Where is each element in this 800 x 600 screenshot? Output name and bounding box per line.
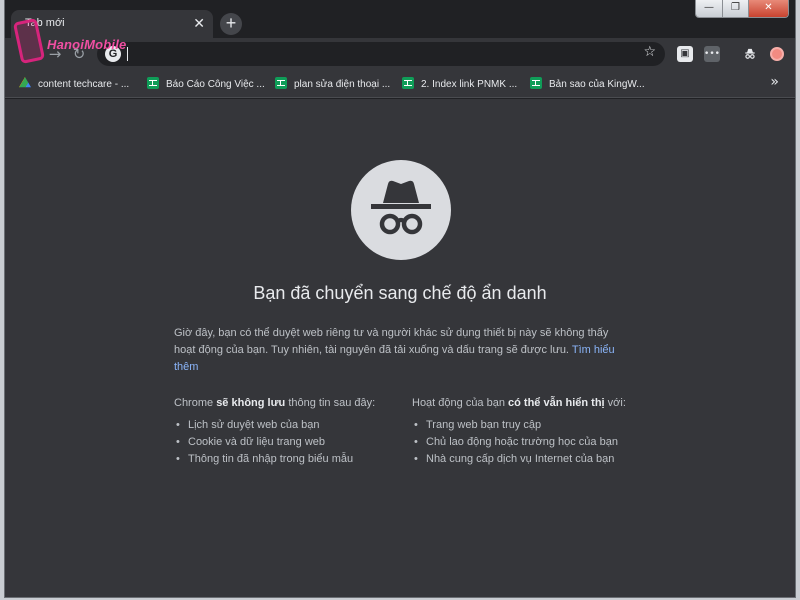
minimize-button[interactable]: — <box>696 0 722 17</box>
bookmark-star-icon[interactable]: ☆ <box>643 44 656 60</box>
new-tab-button[interactable]: + <box>220 13 242 35</box>
browser-window: Tab mới ✕ + — ❐ ✕ → ↻ G ☆ ▣ ••• content … <box>4 0 796 598</box>
sheets-icon <box>147 77 159 89</box>
incognito-headline: Bạn đã chuyển sang chế độ ẩn danh <box>253 283 547 303</box>
intro-text: thông tin sau đây: <box>288 397 376 409</box>
not-saved-section: Chrome sẽ không lưu thông tin sau đây: L… <box>174 395 404 468</box>
not-saved-intro: Chrome sẽ không lưu thông tin sau đây: <box>174 395 404 412</box>
bookmarks-bar: content techcare - ... Báo Cáo Công Việc… <box>5 70 795 98</box>
extension-menu-icon[interactable]: ••• <box>704 46 720 62</box>
list-item: Thông tin đã nhập trong biểu mẫu <box>174 451 404 468</box>
intro-text: Chrome <box>174 397 214 409</box>
bookmark-label: plan sửa điện thoại ... <box>294 79 391 90</box>
bookmark-label: Bản sao của KingW... <box>549 79 645 90</box>
intro-bold-text: sẽ không lưu <box>216 397 286 409</box>
list-item: Chủ lao động hoặc trường học của bạn <box>412 434 642 451</box>
bookmark-item[interactable]: Báo Cáo Công Việc ... <box>147 77 265 91</box>
bookmark-label: Báo Cáo Công Việc ... <box>166 79 265 90</box>
bookmark-item[interactable]: 2. Index link PNMK ... <box>402 77 517 91</box>
incognito-description: Giờ đây, bạn có thể duyệt web riêng tư v… <box>174 325 624 376</box>
description-text: Giờ đây, bạn có thể duyệt web riêng tư v… <box>174 327 609 356</box>
logo-text: HanoiMobile <box>47 37 127 52</box>
incognito-page: Bạn đã chuyển sang chế độ ẩn danh Giờ đâ… <box>5 99 795 597</box>
incognito-icon[interactable] <box>742 46 758 62</box>
list-item: Cookie và dữ liệu trang web <box>174 434 404 451</box>
still-visible-section: Hoạt động của bạn có thể vẫn hiển thị vớ… <box>412 395 642 468</box>
still-visible-list: Trang web bạn truy cập Chủ lao động hoặc… <box>412 417 642 468</box>
sheets-icon <box>402 77 414 89</box>
address-bar[interactable]: G ☆ <box>97 42 665 66</box>
bookmark-item[interactable]: plan sửa điện thoại ... <box>275 77 390 91</box>
list-item: Nhà cung cấp dịch vụ Internet của bạn <box>412 451 642 468</box>
bookmark-label: 2. Index link PNMK ... <box>421 79 518 90</box>
bookmark-item[interactable]: content techcare - ... <box>19 77 129 91</box>
bookmarks-overflow-icon[interactable]: » <box>770 74 779 90</box>
window-controls: — ❐ ✕ <box>695 0 789 18</box>
list-item: Trang web bạn truy cập <box>412 417 642 434</box>
incognito-icon <box>351 160 451 260</box>
still-visible-intro: Hoạt động của bạn có thể vẫn hiển thị vớ… <box>412 395 642 412</box>
extension-icon[interactable]: ▣ <box>677 46 693 62</box>
list-item: Lịch sử duyệt web của bạn <box>174 417 404 434</box>
close-window-button[interactable]: ✕ <box>748 0 788 17</box>
drive-icon <box>19 77 31 88</box>
bookmark-label: content techcare - ... <box>38 79 130 90</box>
sheets-icon <box>530 77 542 89</box>
tab-close-icon[interactable]: ✕ <box>193 15 205 31</box>
intro-text: Hoạt động của bạn <box>412 397 505 409</box>
not-saved-list: Lịch sử duyệt web của bạn Cookie và dữ l… <box>174 417 404 468</box>
sheets-icon <box>275 77 287 89</box>
intro-text: với: <box>607 397 626 409</box>
phone-logo-icon <box>12 17 46 65</box>
hanoimobile-logo: HanoiMobile <box>12 17 158 65</box>
maximize-button[interactable]: ❐ <box>722 0 748 17</box>
profile-avatar[interactable] <box>770 47 784 61</box>
intro-bold-text: có thể vẫn hiển thị <box>508 397 605 409</box>
bookmark-item[interactable]: Bản sao của KingW... <box>530 77 645 91</box>
